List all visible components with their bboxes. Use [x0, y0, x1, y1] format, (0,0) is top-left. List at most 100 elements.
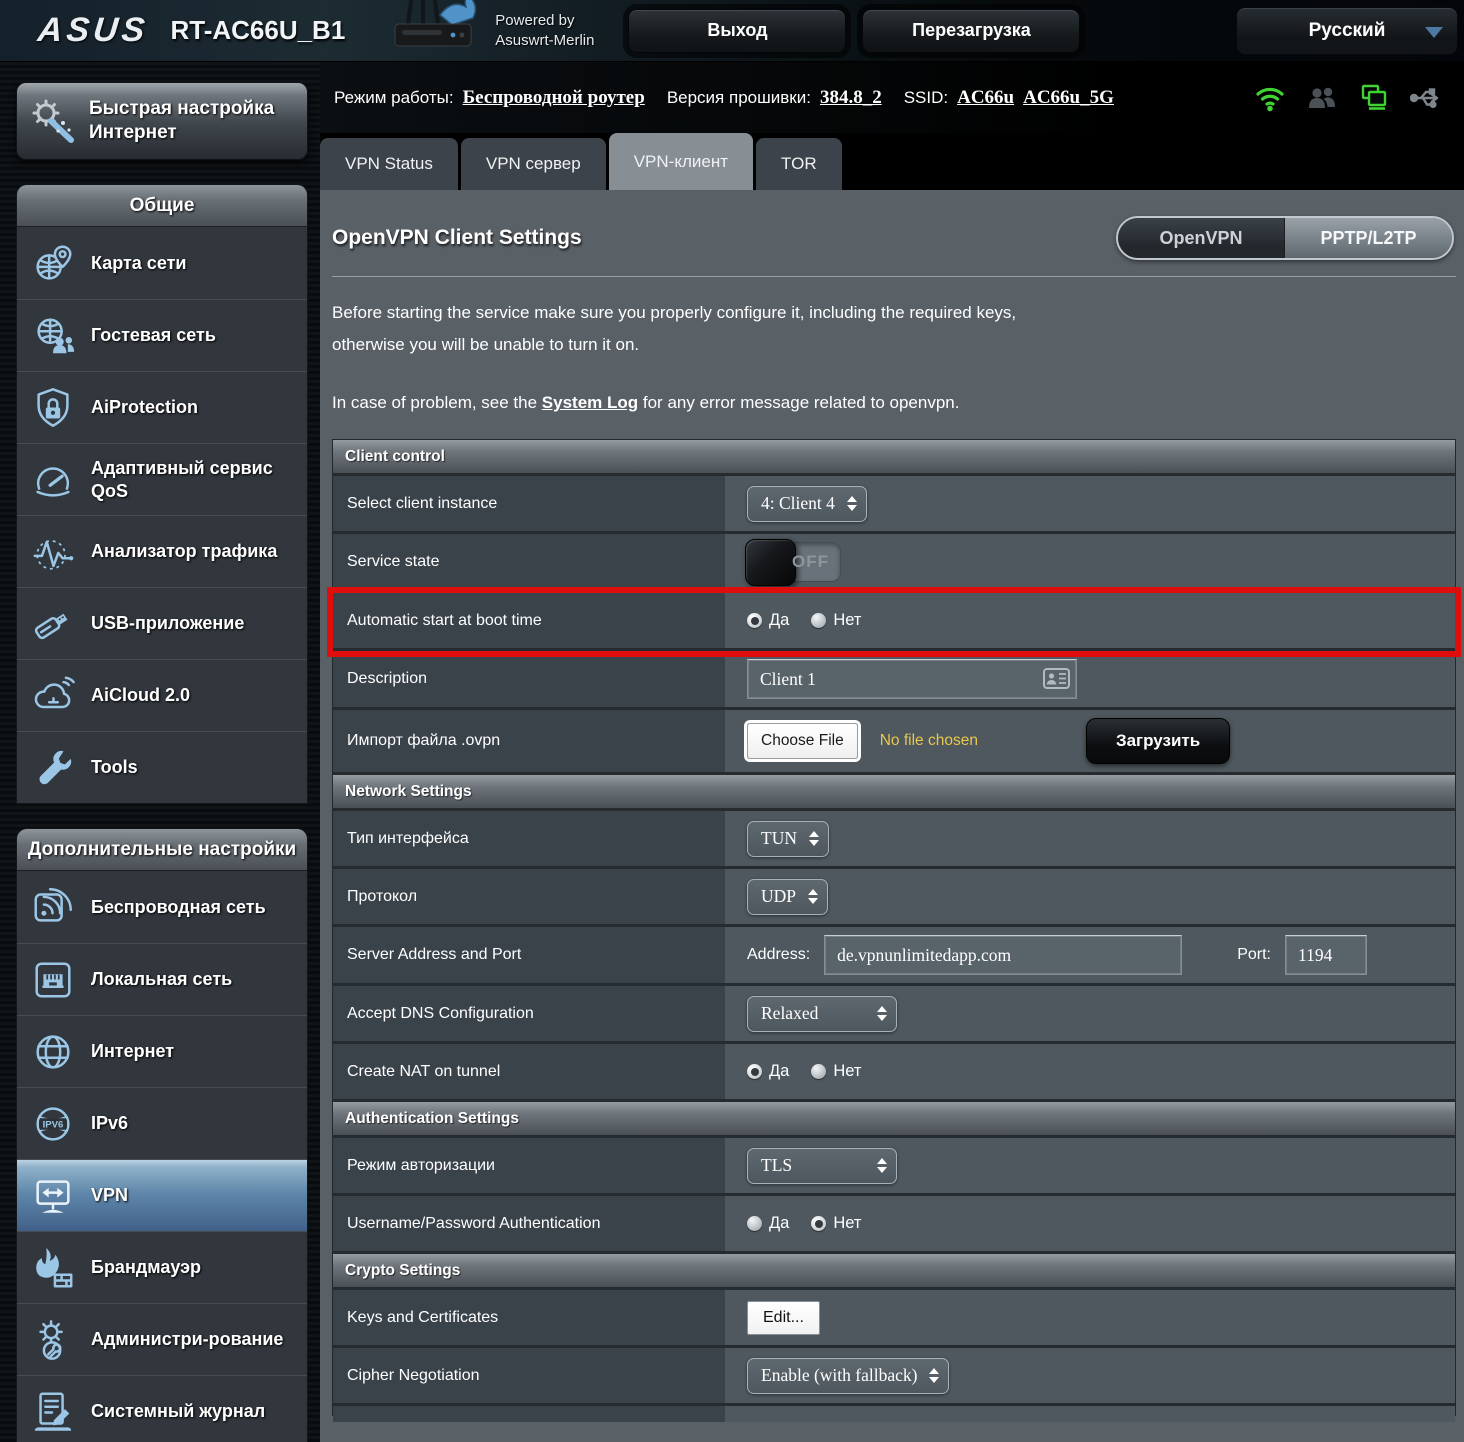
firewall-icon	[27, 1245, 79, 1291]
nat-tunnel-radio-no[interactable]: Нет	[811, 1062, 861, 1081]
server-address-input[interactable]	[824, 935, 1182, 975]
sidebar-item-wireless[interactable]: Беспроводная сеть	[17, 871, 307, 943]
logout-button[interactable]: Выход	[628, 9, 846, 53]
system-log-link[interactable]: System Log	[542, 393, 638, 412]
reboot-button[interactable]: Перезагрузка	[862, 9, 1080, 53]
setting-label: Протокол	[333, 869, 725, 924]
protocol-select[interactable]: UDP	[747, 879, 828, 915]
userpass-auth-radio-yes[interactable]: Да	[747, 1214, 789, 1233]
auto-start-radio-yes[interactable]: Да	[747, 611, 789, 630]
qos-icon	[27, 457, 79, 503]
setting-row-nat-tunnel: Create NAT on tunnelДаНет	[333, 1044, 1455, 1102]
setting-value	[725, 1406, 1455, 1422]
sidebar-item-administration[interactable]: Администри-рование	[17, 1303, 307, 1375]
language-select[interactable]: Русский	[1236, 7, 1458, 55]
usb-status-icon[interactable]	[1410, 85, 1444, 111]
tab-vpn-client[interactable]: VPN-клиент	[609, 133, 753, 190]
devices-status-icon[interactable]	[1358, 84, 1390, 112]
setting-label: Username/Password Authentication	[333, 1196, 725, 1251]
auth-mode-value: TLS	[761, 1155, 792, 1176]
tab-tor[interactable]: TOR	[756, 138, 842, 190]
status-icons	[1254, 84, 1452, 112]
sidebar-item-qos[interactable]: Адаптивный сервис QoS	[17, 443, 307, 515]
sidebar-section-title: Дополнительные настройки	[17, 829, 307, 871]
ssid-2g-link[interactable]: AC66u	[957, 87, 1014, 109]
sidebar-item-lan[interactable]: Локальная сеть	[17, 943, 307, 1015]
auth-mode-select[interactable]: TLS	[747, 1148, 897, 1184]
tab-vpn-server[interactable]: VPN сервер	[461, 138, 606, 190]
radio-label: Нет	[833, 1062, 861, 1081]
accept-dns-select[interactable]: Relaxed	[747, 996, 897, 1032]
sidebar-item-firewall[interactable]: Брандмауэр	[17, 1231, 307, 1303]
contacts-autofill-icon[interactable]	[1043, 668, 1070, 694]
ssid-5g-link[interactable]: AC66u_5G	[1023, 87, 1114, 109]
setting-value: Да Нет	[725, 1196, 1455, 1251]
sidebar-item-traffic-analyzer[interactable]: Анализатор трафика	[17, 515, 307, 587]
sidebar-item-label: VPN	[91, 1184, 128, 1207]
radio-label: Нет	[833, 1214, 861, 1233]
description-input[interactable]	[747, 659, 1077, 699]
sidebar-item-ipv6[interactable]: IPV6IPv6	[17, 1087, 307, 1159]
userpass-auth-radio-no[interactable]: Нет	[811, 1214, 861, 1233]
choose-file-button[interactable]: Choose File	[747, 723, 858, 759]
cipher-negotiation-select[interactable]: Enable (with fallback)	[747, 1358, 949, 1394]
setting-label: Service state	[333, 534, 725, 590]
aicloud-icon	[27, 673, 79, 719]
sidebar-item-label: AiProtection	[91, 396, 198, 419]
pptp-l2tp-tab-button[interactable]: PPTP/L2TP	[1285, 218, 1452, 258]
setting-row-service-state: Service state OFF	[333, 534, 1455, 593]
radio-icon[interactable]	[811, 613, 826, 628]
sidebar-item-label: AiCloud 2.0	[91, 684, 190, 707]
radio-label: Да	[769, 1214, 789, 1233]
sidebar-item-label: Интернет	[91, 1040, 174, 1063]
sidebar-item-network-map[interactable]: Карта сети	[17, 227, 307, 299]
quick-setup-button[interactable]: Быстрая настройка Интернет	[16, 82, 308, 160]
server-port-input[interactable]	[1285, 935, 1367, 975]
firmware-version-link[interactable]: 384.8_2	[820, 87, 882, 109]
setting-label: Server Address and Port	[333, 927, 725, 983]
setting-label: Keys and Certificates	[333, 1290, 725, 1345]
radio-icon[interactable]	[747, 613, 762, 628]
setting-value: Да Нет	[725, 593, 1455, 648]
toggle-knob[interactable]	[745, 539, 796, 586]
sidebar-item-syslog[interactable]: Системный журнал	[17, 1375, 307, 1442]
sidebar-item-usb-app[interactable]: USB-приложение	[17, 587, 307, 659]
top-banner: ASUS RT-AC66U_B1 Powered by Asuswrt-Merl…	[0, 0, 1464, 62]
setting-value: Edit...	[725, 1290, 1455, 1345]
upload-button[interactable]: Загрузить	[1086, 718, 1230, 764]
sidebar-item-label: USB-приложение	[91, 612, 244, 635]
lan-icon	[27, 957, 79, 1003]
section-header: Client control	[333, 440, 1455, 476]
radio-icon[interactable]	[747, 1216, 762, 1231]
sidebar-item-aiprotection[interactable]: AiProtection	[17, 371, 307, 443]
sidebar-item-label: Системный журнал	[91, 1400, 265, 1423]
radio-icon[interactable]	[747, 1064, 762, 1079]
sidebar-item-label: Гостевая сеть	[91, 324, 216, 347]
sidebar-item-guest-network[interactable]: Гостевая сеть	[17, 299, 307, 371]
title-divider	[332, 276, 1456, 277]
clients-status-icon[interactable]	[1306, 84, 1338, 112]
client-instance-select[interactable]: 4: Client 4	[747, 486, 867, 522]
service-state-toggle[interactable]: OFF	[747, 542, 841, 582]
firmware-label: Версия прошивки:	[667, 88, 811, 108]
nat-tunnel-radio-yes[interactable]: Да	[747, 1062, 789, 1081]
tab-vpn-status[interactable]: VPN Status	[320, 138, 458, 190]
setting-row-accept-dns: Accept DNS ConfigurationRelaxed	[333, 986, 1455, 1044]
auto-start-radio-no[interactable]: Нет	[811, 611, 861, 630]
section-header: Network Settings	[333, 775, 1455, 811]
keys-certs-button[interactable]: Edit...	[747, 1301, 820, 1335]
op-mode-link[interactable]: Беспроводной роутер	[463, 87, 645, 109]
sidebar-item-aicloud[interactable]: AiCloud 2.0	[17, 659, 307, 731]
interface-type-select[interactable]: TUN	[747, 821, 829, 857]
wifi-status-icon[interactable]	[1254, 84, 1286, 112]
radio-icon[interactable]	[811, 1216, 826, 1231]
setting-label: Select client instance	[333, 476, 725, 531]
sidebar-item-tools[interactable]: Tools	[17, 731, 307, 803]
sidebar-item-internet[interactable]: Интернет	[17, 1015, 307, 1087]
openvpn-tab-button[interactable]: OpenVPN	[1118, 218, 1285, 258]
sidebar-item-label: Локальная сеть	[91, 968, 232, 991]
sidebar-item-vpn[interactable]: VPN	[17, 1159, 307, 1231]
radio-icon[interactable]	[811, 1064, 826, 1079]
quick-setup-label: Быстрая настройка Интернет	[89, 97, 297, 145]
setting-row-description: Description	[333, 651, 1455, 710]
